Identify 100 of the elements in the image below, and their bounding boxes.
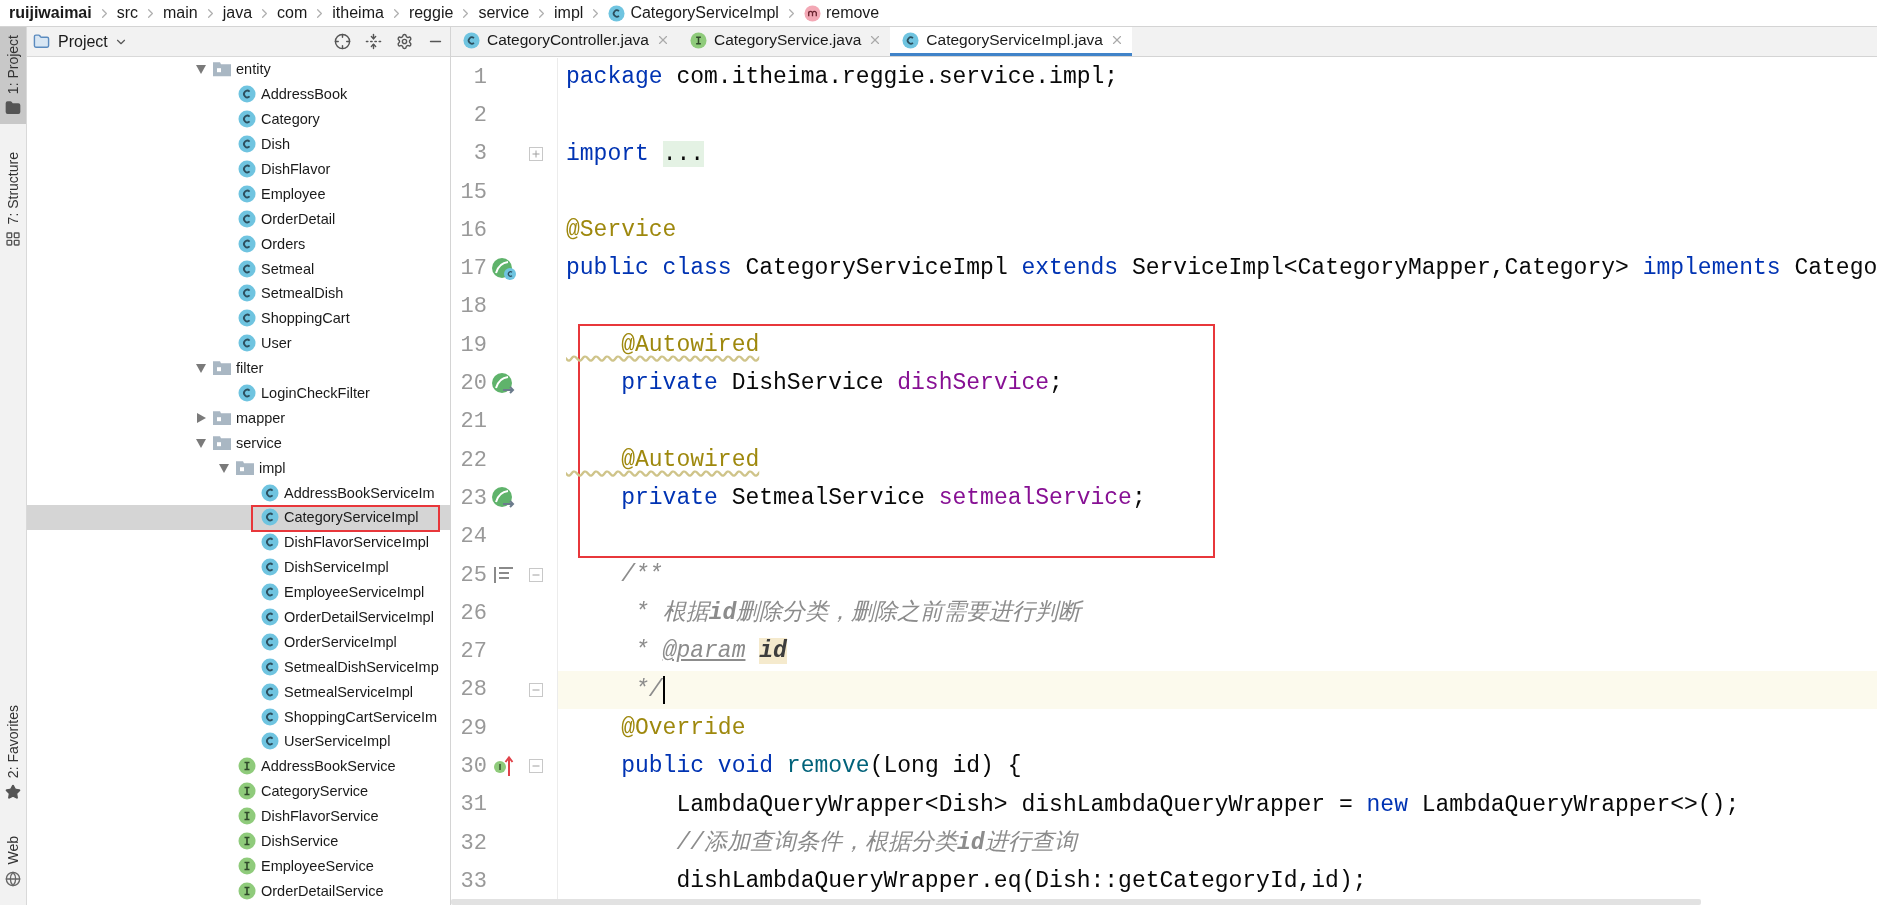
tree-item[interactable]: SetmealServiceImpl [27, 679, 450, 705]
code-line: LambdaQueryWrapper<Dish> dishLambdaQueryWrapper = new LambdaQueryWrapper<>(); [675, 790, 1741, 820]
tree-item-label: DishFlavor [261, 161, 331, 177]
expanded-arrow-icon[interactable] [195, 362, 207, 375]
tool-window-button[interactable]: 1: Project [0, 27, 26, 125]
interface-icon [238, 782, 256, 801]
class-icon [238, 135, 256, 154]
tree-item-label: entity [236, 61, 271, 78]
tree-item[interactable]: ShoppingCartServiceIm [27, 704, 450, 730]
editor-tab[interactable]: CategoryService.java [678, 27, 891, 56]
locate-icon[interactable] [334, 33, 351, 50]
settings-icon[interactable] [396, 33, 413, 50]
breadcrumb[interactable]: itheima [329, 4, 387, 22]
interface-icon [238, 757, 256, 776]
breadcrumb[interactable]: reggie [405, 4, 457, 22]
editor-tab[interactable]: CategoryController.java [451, 27, 678, 56]
editor-tab[interactable]: CategoryServiceImpl.java [890, 27, 1132, 56]
structure-icon [5, 230, 21, 247]
class-icon [261, 483, 279, 502]
class-icon [238, 110, 256, 129]
line-number: 20 [459, 371, 487, 396]
tree-item[interactable]: DishFlavor [27, 156, 450, 182]
line-number: 17 [459, 256, 487, 282]
tree-item[interactable]: User [27, 330, 450, 356]
tree-item[interactable]: CategoryServiceImpl [27, 505, 450, 530]
bean-icon[interactable] [491, 256, 517, 281]
tree-item[interactable]: AddressBookServiceIm [27, 480, 450, 506]
breadcrumb[interactable]: service [475, 4, 533, 22]
tree-item-label: SetmealServiceImpl [284, 683, 413, 700]
code-line: public class CategoryServiceImpl extends ServiceImpl<CategoryMapper,Category> implements Catego [565, 254, 1877, 284]
expanded-arrow-icon[interactable] [195, 63, 207, 76]
breadcrumb[interactable]: java [219, 4, 256, 22]
tree-item[interactable]: DishServiceImpl [27, 554, 450, 580]
breadcrumb[interactable]: impl [551, 4, 587, 22]
tree-item[interactable]: OrderDetailService [27, 878, 450, 904]
tree-item[interactable]: Employee [27, 181, 450, 207]
view-selector[interactable]: Project [58, 32, 128, 51]
class-icon [238, 85, 256, 104]
line-number: 30 [459, 754, 487, 779]
tree-item-label: filter [236, 360, 264, 377]
class-icon [261, 533, 279, 552]
breadcrumb[interactable]: com [274, 4, 311, 22]
tree-item[interactable]: SetmealDish [27, 281, 450, 306]
line-number: 22 [459, 447, 487, 473]
tree-item[interactable]: filter [27, 355, 450, 381]
tree-item[interactable]: Setmeal [27, 256, 450, 281]
tree-item-label: DishFlavorServiceImpl [284, 534, 430, 551]
class-icon [238, 384, 256, 402]
implements-icon[interactable] [493, 754, 515, 779]
tree-item[interactable]: OrderDetail [27, 206, 450, 232]
line-number: 26 [459, 600, 487, 626]
tree-item[interactable]: impl [27, 455, 450, 481]
tree-item[interactable]: Category [27, 106, 450, 132]
breadcrumb[interactable]: CategoryServiceImpl [605, 4, 782, 22]
tree-item[interactable]: EmployeeServiceImpl [27, 579, 450, 605]
tree-item[interactable]: AddressBook [27, 81, 450, 107]
tree-item[interactable]: DishFlavorService [27, 803, 450, 829]
code-line: //添加查询条件，根据分类id进行查询 [675, 828, 1080, 858]
tree-item[interactable]: Orders [27, 231, 450, 257]
tree-item-label: AddressBookService [261, 758, 396, 775]
tree-item[interactable]: DishFlavorServiceImpl [27, 529, 450, 555]
class-icon [261, 707, 279, 726]
expanded-arrow-icon[interactable] [195, 436, 207, 449]
line-number: 21 [459, 409, 487, 435]
class-icon [238, 160, 256, 178]
breadcrumb[interactable]: ruijiwaimai [6, 4, 95, 22]
tree-item[interactable]: entity [27, 57, 450, 82]
class-icon [238, 234, 256, 253]
interface-icon [238, 807, 256, 826]
tree-item[interactable]: CategoryService [27, 778, 450, 804]
panel-icon [33, 33, 50, 50]
tree-item[interactable]: OrderDetailServiceImpl [27, 604, 450, 630]
tree-item[interactable]: Dish [27, 131, 450, 157]
tree-item[interactable]: service [27, 430, 450, 456]
tree-item[interactable]: mapper [27, 405, 450, 431]
line-number: 29 [459, 715, 487, 741]
collapse-all-icon[interactable] [365, 33, 382, 50]
tree-item[interactable]: SetmealDishServiceImp [27, 654, 450, 680]
breadcrumb[interactable]: src [113, 4, 142, 22]
line-number: 28 [459, 677, 487, 703]
line-number: 31 [459, 792, 487, 818]
tree-item[interactable]: OrderServiceImpl [27, 629, 450, 655]
tree-item[interactable]: LoginCheckFilter [27, 380, 450, 406]
doc-comment-icon[interactable] [493, 566, 515, 584]
bean-arrow-icon[interactable] [491, 371, 517, 396]
tree-item[interactable]: ShoppingCart [27, 305, 450, 331]
tool-window-button[interactable]: 2: Favorites [0, 697, 26, 809]
scrollbar[interactable] [451, 899, 1701, 905]
collapsed-arrow-icon[interactable] [195, 411, 207, 424]
tool-window-button[interactable]: Web [0, 828, 26, 895]
interface-icon [238, 856, 256, 875]
breadcrumb[interactable]: main [160, 4, 201, 22]
tree-item[interactable]: UserServiceImpl [27, 729, 450, 754]
breadcrumb[interactable]: remove [800, 4, 883, 22]
tool-window-button[interactable]: 7: Structure [0, 144, 26, 255]
tree-item[interactable]: DishService [27, 828, 450, 854]
tree-item[interactable]: AddressBookService [27, 753, 450, 779]
expanded-arrow-icon[interactable] [218, 461, 230, 474]
tree-item[interactable]: EmployeeService [27, 853, 450, 879]
line-number: 18 [459, 294, 487, 320]
